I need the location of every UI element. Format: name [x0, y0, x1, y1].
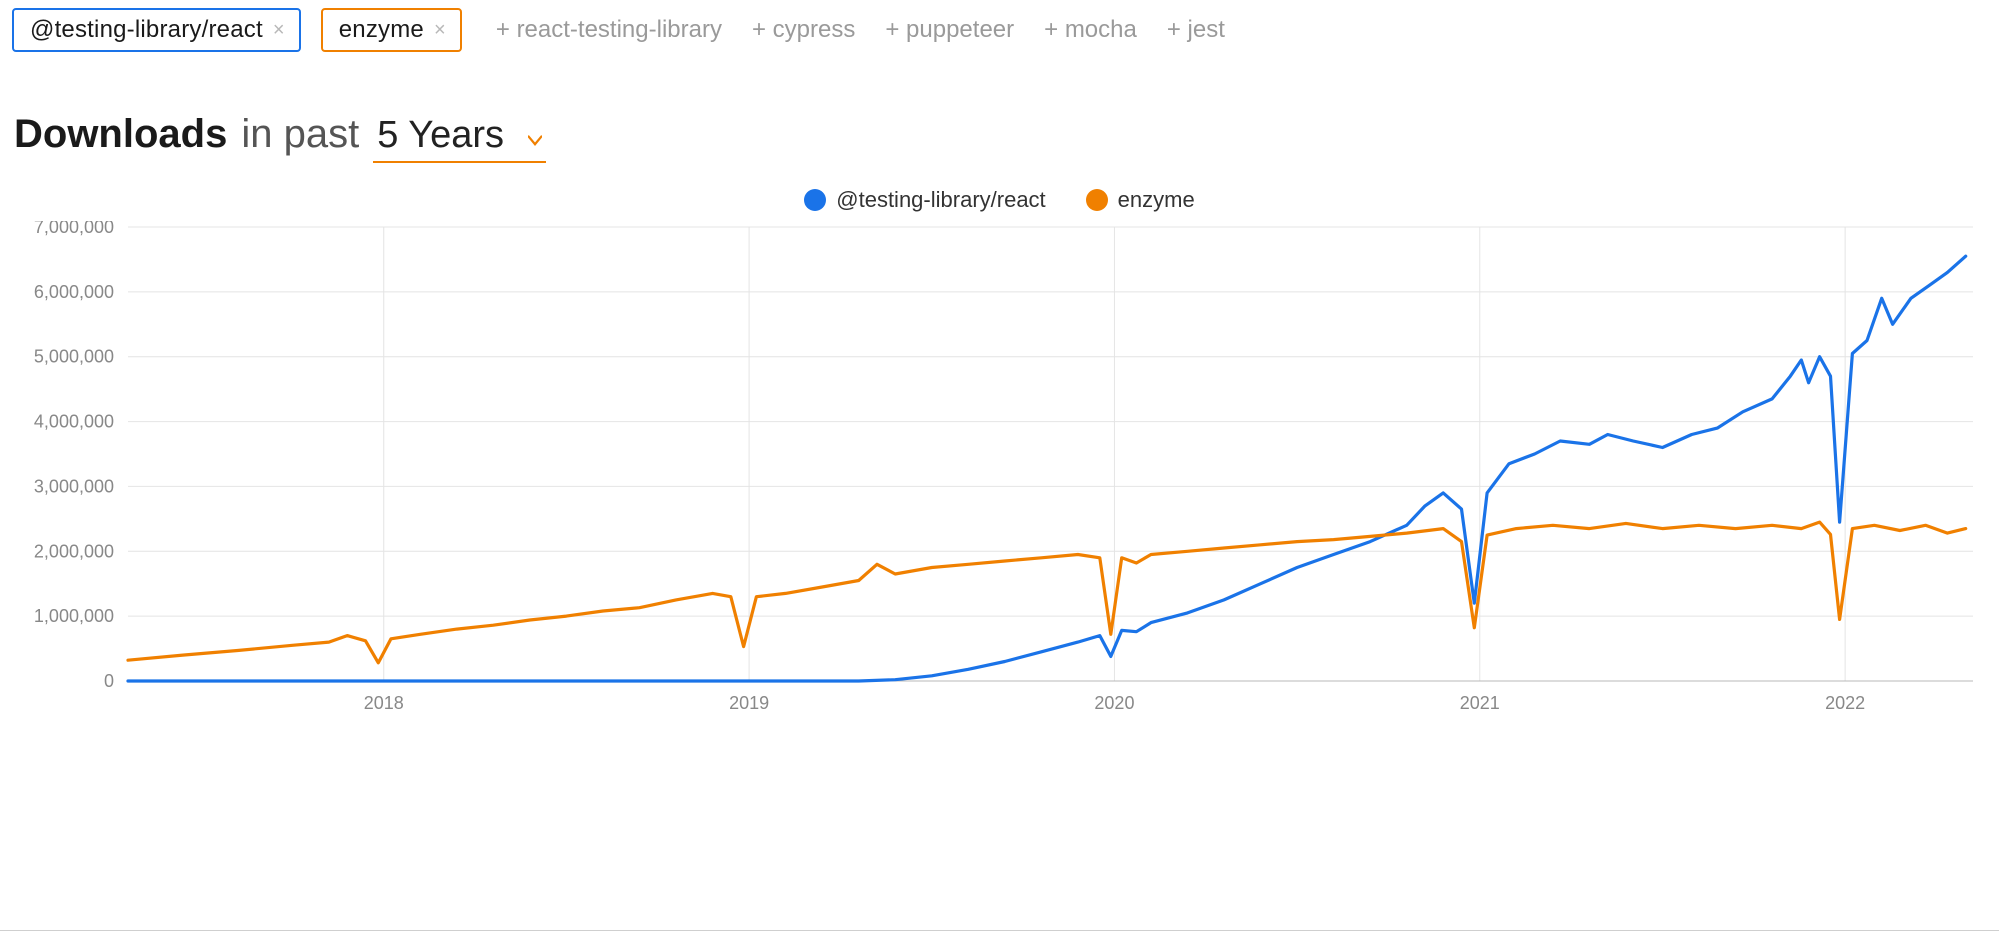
x-tick-label: 2022 [1825, 693, 1865, 713]
suggestion-item[interactable]: jest [1167, 16, 1225, 44]
legend-item[interactable]: @testing-library/react [804, 187, 1045, 213]
x-tick-label: 2020 [1094, 693, 1134, 713]
chart-legend: @testing-library/react enzyme [12, 187, 1987, 213]
x-tick-label: 2018 [364, 693, 404, 713]
svg-text:2,000,000: 2,000,000 [34, 541, 114, 561]
suggestion-item[interactable]: cypress [752, 16, 855, 44]
svg-text:7,000,000: 7,000,000 [34, 221, 114, 237]
svg-text:2020: 2020 [1094, 693, 1134, 713]
svg-text:5,000,000: 5,000,000 [34, 347, 114, 367]
y-tick-label: 0 [104, 671, 114, 691]
svg-text:6,000,000: 6,000,000 [34, 282, 114, 302]
chip-label: @testing-library/react [30, 16, 263, 44]
chip-enzyme[interactable]: enzyme × [321, 8, 462, 52]
chip-testing-library-react[interactable]: @testing-library/react × [12, 8, 301, 52]
suggestion-item[interactable]: react-testing-library [496, 16, 722, 44]
chevron-down-icon [528, 133, 542, 147]
package-chip-row: @testing-library/react × enzyme × react-… [12, 8, 1987, 52]
svg-text:1,000,000: 1,000,000 [34, 606, 114, 626]
svg-text:0: 0 [104, 671, 114, 691]
svg-text:3,000,000: 3,000,000 [34, 476, 114, 496]
y-tick-label: 2,000,000 [34, 541, 114, 561]
legend-dot-icon [1086, 189, 1108, 211]
svg-text:2018: 2018 [364, 693, 404, 713]
y-tick-label: 1,000,000 [34, 606, 114, 626]
close-icon[interactable]: × [434, 20, 446, 40]
svg-text:2021: 2021 [1460, 693, 1500, 713]
x-tick-label: 2019 [729, 693, 769, 713]
title-strong: Downloads [14, 112, 227, 157]
y-tick-label: 5,000,000 [34, 347, 114, 367]
downloads-chart: 0 1,000,000 2,000,000 3,000,000 4,000,000 5,0… [18, 221, 1987, 721]
y-tick-label: 3,000,000 [34, 476, 114, 496]
legend-label: enzyme [1118, 187, 1195, 213]
svg-text:2022: 2022 [1825, 693, 1865, 713]
chart-svg: 0 1,000,000 2,000,000 3,000,000 4,000,000 5,0… [18, 221, 1993, 721]
period-selector[interactable]: 5 Years [373, 114, 546, 163]
series--testing-library-react [128, 256, 1966, 681]
legend-label: @testing-library/react [836, 187, 1045, 213]
legend-item[interactable]: enzyme [1086, 187, 1195, 213]
suggestion-item[interactable]: mocha [1044, 16, 1137, 44]
suggestion-item[interactable]: puppeteer [885, 16, 1014, 44]
y-tick-label: 7,000,000 [34, 221, 114, 237]
close-icon[interactable]: × [273, 20, 285, 40]
title-row: Downloads in past 5 Years [14, 112, 1987, 163]
period-value: 5 Years [377, 114, 504, 157]
chip-label: enzyme [339, 16, 424, 44]
svg-text:4,000,000: 4,000,000 [34, 412, 114, 432]
y-tick-label: 6,000,000 [34, 282, 114, 302]
title-light: in past [241, 112, 359, 157]
x-tick-label: 2021 [1460, 693, 1500, 713]
series-enzyme [128, 522, 1966, 663]
legend-dot-icon [804, 189, 826, 211]
suggestion-row: react-testing-library cypress puppeteer … [496, 16, 1225, 44]
svg-text:2019: 2019 [729, 693, 769, 713]
y-tick-label: 4,000,000 [34, 412, 114, 432]
